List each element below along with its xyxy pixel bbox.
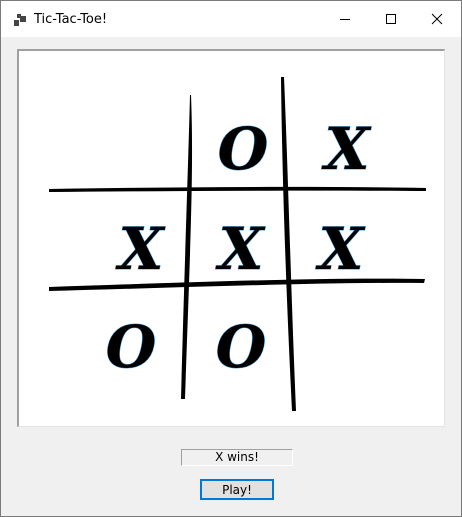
cell-2-0[interactable]: O [105, 313, 157, 382]
maximize-icon [386, 14, 396, 24]
cell-1-1[interactable]: X [214, 215, 266, 284]
close-button[interactable] [414, 1, 460, 37]
cell-0-2[interactable]: X [320, 115, 372, 184]
window-title: Tic-Tac-Toe! [34, 12, 108, 27]
minimize-icon [340, 19, 350, 20]
app-window-icon [14, 14, 26, 26]
cell-1-2[interactable]: X [314, 215, 366, 284]
cell-1-0[interactable]: X [114, 215, 166, 284]
close-icon [431, 13, 443, 25]
cell-2-1[interactable]: O [215, 313, 267, 382]
game-board[interactable]: O X X X X O O [17, 49, 445, 427]
grid-line-horizontal-top [49, 186, 426, 192]
cell-0-1[interactable]: O [217, 115, 269, 184]
status-label: X wins! [181, 449, 293, 466]
maximize-button[interactable] [368, 1, 414, 37]
title-bar[interactable]: Tic-Tac-Toe! [1, 1, 461, 37]
grid-line-vertical-left [181, 95, 193, 399]
minimize-button[interactable] [322, 1, 368, 37]
play-button[interactable]: Play! [200, 479, 274, 500]
grid-line-vertical-right [281, 77, 296, 411]
board-canvas: O X X X X O O [49, 77, 426, 411]
app-window: Tic-Tac-Toe! O X X X X O O X wins! Play! [0, 0, 462, 517]
